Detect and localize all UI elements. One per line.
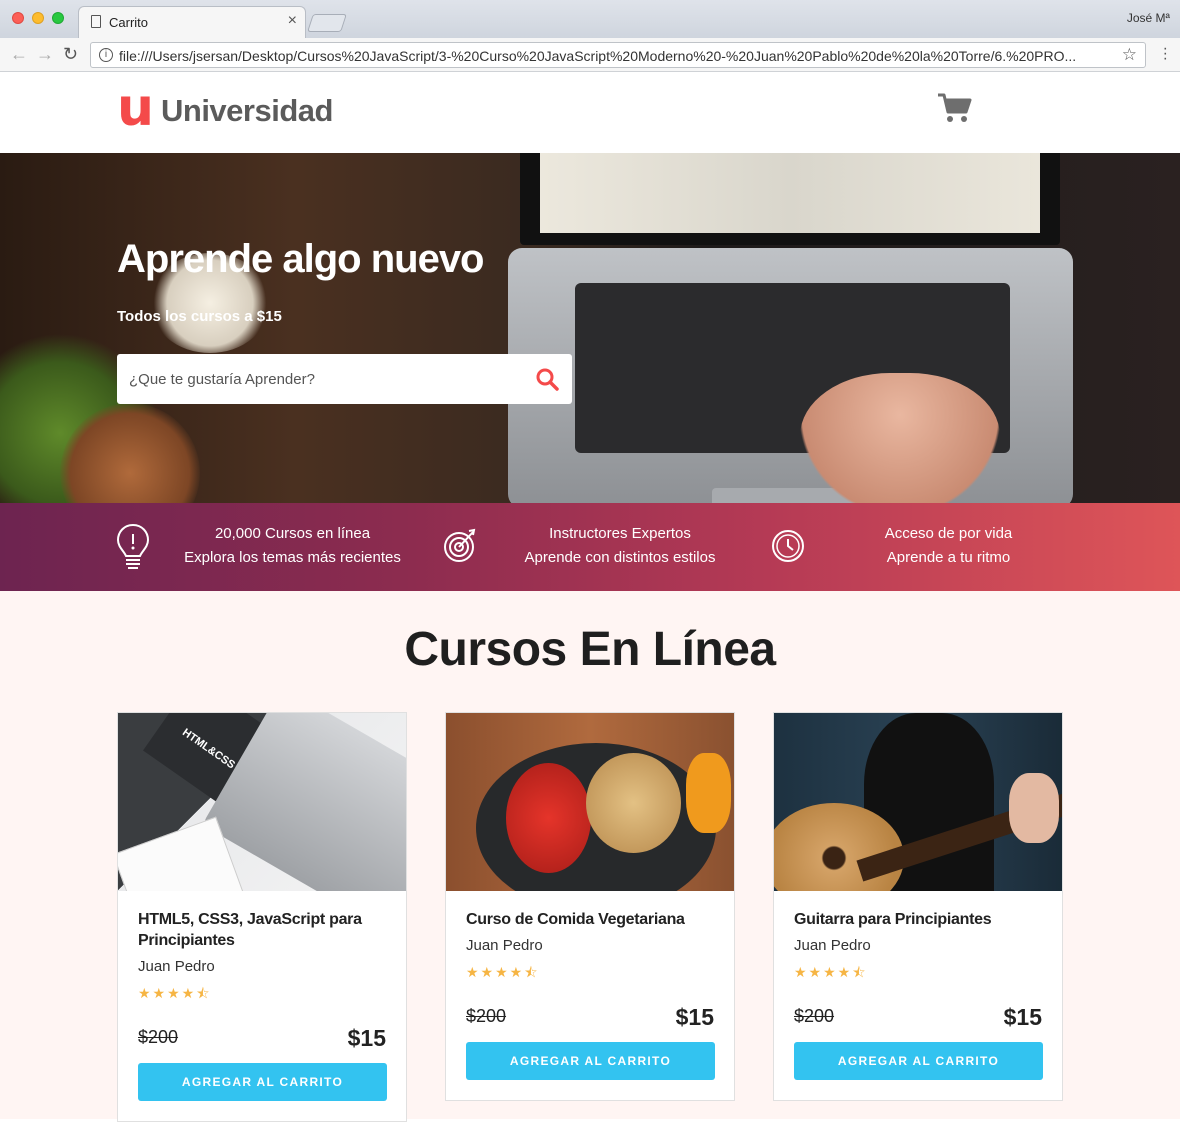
current-price: $15 xyxy=(1003,1004,1042,1030)
course-prices: $200 $15 xyxy=(794,1000,1042,1036)
rating-stars-icon: ★★★★⯪ xyxy=(794,964,868,980)
add-to-cart-button[interactable]: AGREGAR AL CARRITO xyxy=(794,1042,1043,1080)
hero-banner xyxy=(0,153,1180,503)
search-icon[interactable] xyxy=(535,367,559,391)
course-image xyxy=(446,713,734,891)
address-url[interactable]: file:///Users/jsersan/Desktop/Cursos%20J… xyxy=(119,48,1109,64)
course-author: Juan Pedro xyxy=(794,937,871,954)
feature-access-line1: Acceso de por vida xyxy=(884,525,1013,542)
pepper-image xyxy=(686,753,731,833)
close-window-button[interactable] xyxy=(12,12,24,24)
course-prices: $200 $15 xyxy=(466,1000,714,1036)
feature-courses: 20,000 Cursos en línea Explora los temas… xyxy=(180,522,405,570)
rating-stars-icon: ★★★★⯪ xyxy=(466,964,540,980)
add-to-cart-button[interactable]: AGREGAR AL CARRITO xyxy=(138,1063,387,1101)
course-body: HTML5, CSS3, JavaScript para Principiant… xyxy=(118,891,406,1121)
add-to-cart-button[interactable]: AGREGAR AL CARRITO xyxy=(466,1042,715,1080)
course-body: Curso de Comida Vegetariana Juan Pedro ★… xyxy=(446,891,734,1100)
cart-icon[interactable] xyxy=(937,92,973,124)
browser-tab[interactable]: Carrito × xyxy=(78,6,306,39)
course-title: Guitarra para Principiantes xyxy=(794,911,992,928)
hero-title: Aprende algo nuevo xyxy=(117,237,484,281)
new-tab-button[interactable] xyxy=(307,14,347,32)
current-price: $15 xyxy=(675,1004,714,1030)
target-icon xyxy=(444,528,476,562)
course-image: HTML&CSS xyxy=(118,713,406,891)
address-bar[interactable]: i file:///Users/jsersan/Desktop/Cursos%2… xyxy=(90,42,1146,68)
old-price: $200 xyxy=(794,1006,835,1026)
feature-access-line2: Aprende a tu ritmo xyxy=(886,549,1011,566)
laptop-screen-content xyxy=(540,153,1040,233)
course-author: Juan Pedro xyxy=(466,937,543,954)
tab-close-icon[interactable]: × xyxy=(288,12,297,30)
search-input[interactable] xyxy=(117,354,517,404)
rating-stars-icon: ★★★★⯪ xyxy=(138,985,212,1001)
section-title: Cursos En Línea xyxy=(404,623,776,676)
feature-courses-line1: 20,000 Cursos en línea xyxy=(214,525,371,542)
feature-instructors-line2: Aprende con distintos estilos xyxy=(524,549,716,566)
logo-icon[interactable]: u xyxy=(117,82,157,134)
hero-subtitle: Todos los cursos a $15 xyxy=(117,308,282,325)
profile-name[interactable]: José Mª xyxy=(1127,11,1170,25)
minimize-window-button[interactable] xyxy=(32,12,44,24)
lightbulb-icon xyxy=(116,523,150,569)
course-title: HTML5, CSS3, JavaScript para Principiant… xyxy=(138,911,362,949)
browser-toolbar: ← → ↻ i file:///Users/jsersan/Desktop/Cu… xyxy=(0,38,1180,72)
hand-image xyxy=(800,373,1000,503)
clock-icon xyxy=(772,530,804,562)
potatoes-image xyxy=(586,753,681,853)
current-price: $15 xyxy=(347,1025,386,1051)
feature-instructors-line1: Instructores Expertos xyxy=(549,525,691,542)
old-price: $200 xyxy=(138,1027,179,1047)
course-author: Juan Pedro xyxy=(138,958,215,975)
forward-arrow-icon[interactable]: → xyxy=(36,44,54,64)
reload-icon[interactable]: ↻ xyxy=(63,44,78,64)
maximize-window-button[interactable] xyxy=(52,12,64,24)
feature-courses-line2: Explora los temas más recientes xyxy=(184,549,401,566)
logo-text[interactable]: Universidad xyxy=(161,93,333,129)
course-prices: $200 $15 xyxy=(138,1021,386,1057)
search-box xyxy=(117,354,572,404)
back-arrow-icon[interactable]: ← xyxy=(10,44,28,64)
tab-title: Carrito xyxy=(109,15,149,30)
browser-menu-icon[interactable]: · · · xyxy=(1163,41,1168,67)
course-title: Curso de Comida Vegetariana xyxy=(466,911,685,928)
bookmark-star-icon[interactable]: ☆ xyxy=(1122,45,1137,65)
tomatoes-image xyxy=(506,763,591,873)
document-icon xyxy=(91,15,101,28)
feature-instructors: Instructores Expertos Aprende con distin… xyxy=(515,522,725,570)
course-card: HTML&CSS HTML5, CSS3, JavaScript para Pr… xyxy=(117,712,407,1122)
course-card: Curso de Comida Vegetariana Juan Pedro ★… xyxy=(445,712,735,1101)
old-price: $200 xyxy=(466,1006,507,1026)
course-body: Guitarra para Principiantes Juan Pedro ★… xyxy=(774,891,1062,1100)
hand-image xyxy=(1009,773,1059,843)
course-image xyxy=(774,713,1062,891)
course-card: Guitarra para Principiantes Juan Pedro ★… xyxy=(773,712,1063,1101)
browser-tabstrip: Carrito × José Mª xyxy=(0,0,1180,39)
feature-access: Acceso de por vida Aprende a tu ritmo xyxy=(846,522,1051,570)
info-icon[interactable]: i xyxy=(99,48,113,62)
